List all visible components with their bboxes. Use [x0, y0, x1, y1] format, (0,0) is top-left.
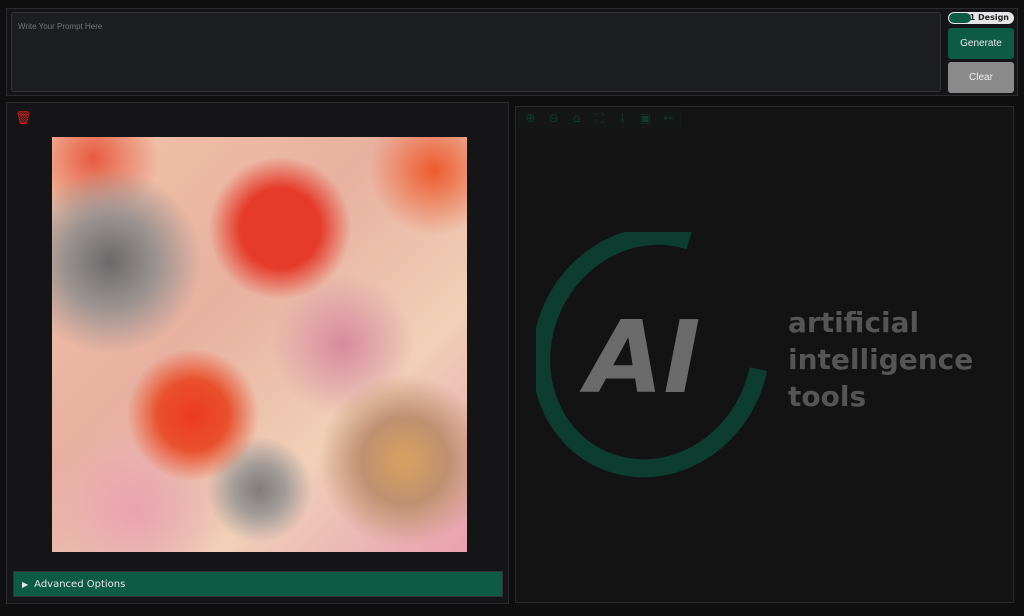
advanced-options-toggle[interactable]: ▶ Advanced Options — [13, 571, 503, 597]
gallery-panel: 🗑 ▶ Advanced Options — [6, 102, 509, 604]
logo-mark: AI — [579, 299, 701, 416]
generate-button[interactable]: Generate — [948, 28, 1014, 59]
logo-line1: artificial — [788, 306, 919, 339]
ai-tools-logo: AI artificial intelligence tools — [536, 232, 973, 478]
zoom-out-icon[interactable]: ⊖ — [545, 111, 562, 126]
toggle-label: 1 Design — [969, 13, 1009, 22]
zoom-in-icon[interactable]: ⊕ — [522, 111, 539, 126]
clear-button[interactable]: Clear — [948, 62, 1014, 93]
canvas-panel: ⊕ ⊖ ⌂ ⛶ ⤓ ▣ ← AI artificial intelligence… — [515, 106, 1014, 603]
back-arrow-icon[interactable]: ← — [660, 111, 677, 126]
trash-icon[interactable]: 🗑 — [15, 111, 32, 126]
toggle-knob — [949, 13, 971, 23]
prompt-input[interactable] — [11, 12, 941, 92]
save-icon[interactable]: ▣ — [637, 111, 654, 126]
logo-line2: intelligence — [788, 343, 973, 376]
triangle-right-icon: ▶ — [22, 579, 29, 589]
canvas-toolbar: ⊕ ⊖ ⌂ ⛶ ⤓ ▣ ← — [518, 109, 681, 128]
download-icon[interactable]: ⤓ — [614, 111, 631, 126]
home-icon[interactable]: ⌂ — [568, 111, 585, 126]
fullscreen-icon[interactable]: ⛶ — [591, 111, 608, 126]
design-count-toggle[interactable]: 1 Design — [948, 12, 1014, 24]
advanced-options-label: Advanced Options — [34, 578, 126, 590]
prompt-section: 1 Design Generate Clear — [6, 8, 1018, 96]
generated-image[interactable] — [52, 137, 467, 552]
logo-line3: tools — [788, 380, 866, 413]
